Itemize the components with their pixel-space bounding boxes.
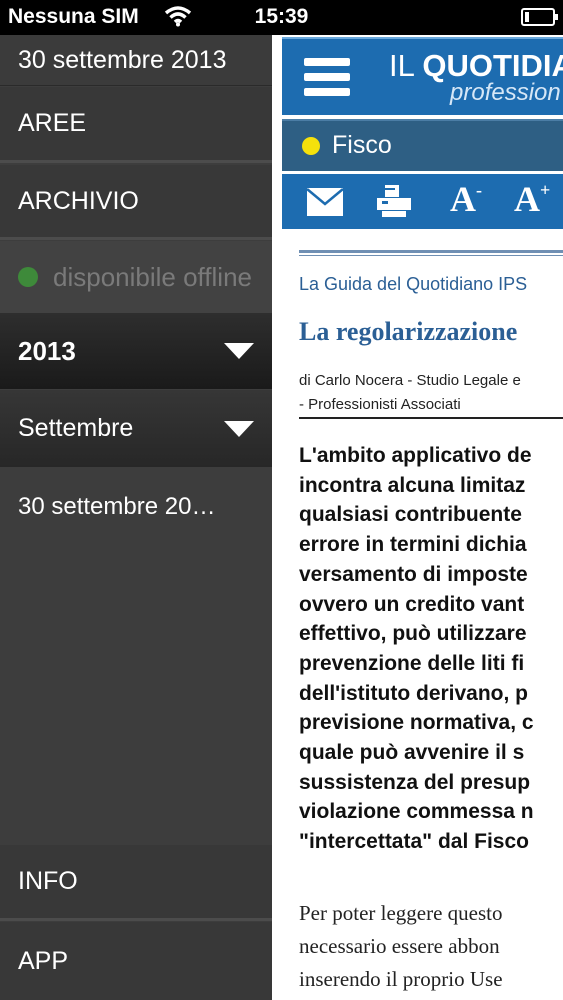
offline-status-icon bbox=[18, 267, 38, 287]
lead-line: qualsiasi contribuente bbox=[299, 503, 522, 527]
lead-line: violazione commessa n bbox=[299, 800, 534, 824]
lead-line: sussistenza del presup bbox=[299, 770, 531, 794]
sidebar-item-offline[interactable]: disponibile offline bbox=[0, 241, 272, 313]
logo-subtitle: profession bbox=[450, 79, 561, 106]
body-line: Per poter leggere questo bbox=[299, 901, 503, 925]
header-bar: IL QUOTIDIA profession bbox=[282, 37, 563, 115]
lead-line: errore in termini dichia bbox=[299, 533, 527, 557]
font-increase-icon[interactable]: A+ bbox=[514, 178, 550, 219]
section-bar[interactable]: Fisco bbox=[282, 119, 563, 171]
aree-label: AREE bbox=[18, 109, 87, 137]
issue-list-item[interactable]: 30 settembre 20… bbox=[0, 467, 272, 547]
issue-label: 30 settembre 20… bbox=[18, 493, 216, 520]
current-date-label: 30 settembre 2013 bbox=[18, 45, 227, 74]
sidebar-item-app[interactable]: APP bbox=[0, 922, 272, 1000]
app-header: IL QUOTIDIA profession bbox=[272, 35, 563, 118]
month-label: Settembre bbox=[18, 414, 134, 442]
body-line: necessario essere abbon bbox=[299, 934, 500, 958]
font-decrease-icon[interactable]: A- bbox=[450, 178, 482, 219]
year-selector[interactable]: 2013 bbox=[0, 313, 272, 389]
lead-line: versamento di imposte bbox=[299, 562, 528, 586]
offline-label: disponibile offline bbox=[53, 261, 252, 292]
print-icon[interactable] bbox=[376, 184, 412, 218]
article-body: Per poter leggere questo necessario esse… bbox=[299, 897, 563, 996]
info-label: INFO bbox=[18, 867, 78, 895]
section-label: Fisco bbox=[332, 131, 392, 159]
article-title: La regolarizzazione bbox=[299, 317, 518, 346]
article-view: IL QUOTIDIA profession Fisco A- A+ La Gu… bbox=[272, 35, 563, 1000]
sidebar-item-info[interactable]: INFO bbox=[0, 845, 272, 921]
logo-prefix: IL bbox=[389, 48, 414, 83]
article-toolbar: A- A+ bbox=[282, 174, 563, 229]
lead-line: incontra alcuna limitaz bbox=[299, 473, 526, 497]
lead-line: L'ambito applicativo de bbox=[299, 444, 532, 467]
chevron-down-icon bbox=[224, 343, 254, 359]
divider bbox=[299, 417, 563, 419]
section-dot-icon bbox=[302, 137, 320, 155]
article-author: di Carlo Nocera - Studio Legale e - Prof… bbox=[299, 369, 521, 417]
lead-line: effettivo, può utilizzare bbox=[299, 622, 527, 646]
author-line: di Carlo Nocera - Studio Legale e bbox=[299, 372, 521, 389]
month-selector[interactable]: Settembre bbox=[0, 390, 272, 467]
status-bar: Nessuna SIM 15:39 bbox=[0, 0, 563, 35]
chevron-down-icon bbox=[224, 420, 254, 437]
mail-icon[interactable] bbox=[306, 187, 344, 217]
sidebar-current-date: 30 settembre 2013 bbox=[0, 35, 272, 86]
guide-link[interactable]: La Guida del Quotidiano IPS bbox=[299, 274, 527, 295]
sidebar-menu: 30 settembre 2013 AREE ARCHIVIO disponib… bbox=[0, 35, 272, 1000]
lead-line: dell'istituto derivano, p bbox=[299, 681, 529, 705]
year-label: 2013 bbox=[18, 335, 76, 366]
clock: 15:39 bbox=[254, 5, 309, 28]
sidebar-item-archivio[interactable]: ARCHIVIO bbox=[0, 165, 272, 240]
archivio-label: ARCHIVIO bbox=[18, 186, 139, 215]
lead-line: "intercettata" dal Fisco bbox=[299, 830, 529, 854]
battery-icon bbox=[521, 8, 558, 26]
lead-line: quale può avvenire il s bbox=[299, 741, 525, 765]
lead-line: ovvero un credito vant bbox=[299, 592, 525, 616]
body-line: inserendo il proprio Use bbox=[299, 967, 503, 991]
menu-icon[interactable] bbox=[304, 58, 350, 96]
lead-line: previsione normativa, c bbox=[299, 711, 534, 735]
sidebar-item-aree[interactable]: AREE bbox=[0, 87, 272, 163]
logo-main: QUOTIDIA bbox=[422, 48, 563, 83]
article-lead: L'ambito applicativo de incontra alcuna … bbox=[299, 441, 563, 857]
divider bbox=[299, 250, 563, 256]
lead-line: prevenzione delle liti fi bbox=[299, 651, 525, 675]
author-line: - Professionisti Associati bbox=[299, 396, 461, 413]
app-label: APP bbox=[18, 946, 69, 975]
